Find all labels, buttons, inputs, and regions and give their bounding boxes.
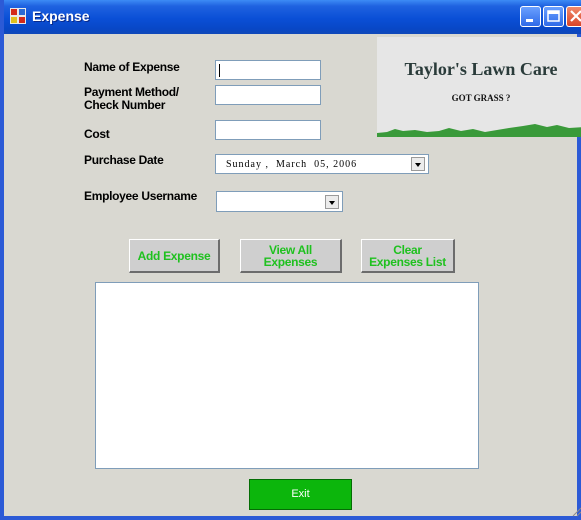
exit-button[interactable]: Exit bbox=[249, 479, 352, 510]
name-of-expense-label: Name of Expense bbox=[84, 60, 180, 74]
name-of-expense-input[interactable] bbox=[215, 60, 321, 80]
purchase-date-value: Sunday , March 05, 2006 bbox=[226, 159, 358, 170]
text-caret bbox=[219, 64, 220, 77]
window-title: Expense bbox=[32, 8, 90, 24]
app-icon bbox=[10, 8, 26, 24]
logo-title: Taylor's Lawn Care bbox=[404, 59, 558, 79]
clear-expenses-list-button[interactable]: Clear Expenses List bbox=[361, 239, 455, 273]
view-all-expenses-button[interactable]: View All Expenses bbox=[240, 239, 342, 273]
maximize-icon bbox=[547, 10, 560, 22]
exit-label: Exit bbox=[291, 488, 310, 500]
chevron-down-icon[interactable] bbox=[325, 195, 339, 209]
employee-username-label: Employee Username bbox=[84, 189, 197, 203]
expenses-listbox[interactable] bbox=[95, 282, 479, 469]
expense-window: Expense Name of Expense Payment Method/ … bbox=[0, 0, 581, 520]
grass-graphic bbox=[377, 124, 581, 137]
minimize-icon bbox=[526, 19, 533, 22]
resize-grip-icon[interactable] bbox=[570, 505, 581, 517]
payment-method-label: Payment Method/ Check Number bbox=[84, 85, 179, 112]
employee-username-combo[interactable] bbox=[216, 191, 343, 212]
maximize-button[interactable] bbox=[543, 6, 564, 27]
payment-method-input[interactable] bbox=[215, 85, 321, 105]
purchase-date-picker[interactable]: Sunday , March 05, 2006 bbox=[215, 154, 429, 174]
view-all-expenses-label: View All Expenses bbox=[263, 242, 318, 269]
cost-label: Cost bbox=[84, 127, 110, 141]
clear-expenses-list-label: Clear Expenses List bbox=[369, 242, 446, 269]
add-expense-button[interactable]: Add Expense bbox=[129, 239, 220, 273]
logo-subtitle: GOT GRASS ? bbox=[451, 93, 511, 103]
purchase-date-label: Purchase Date bbox=[84, 153, 164, 167]
close-icon bbox=[570, 10, 581, 22]
company-logo: Taylor's Lawn Care GOT GRASS ? bbox=[377, 37, 581, 137]
add-expense-label: Add Expense bbox=[137, 248, 211, 263]
title-bar[interactable]: Expense bbox=[4, 0, 581, 34]
chevron-down-icon[interactable] bbox=[411, 157, 425, 171]
cost-input[interactable] bbox=[215, 120, 321, 140]
minimize-button[interactable] bbox=[520, 6, 541, 27]
close-button[interactable] bbox=[566, 6, 581, 27]
